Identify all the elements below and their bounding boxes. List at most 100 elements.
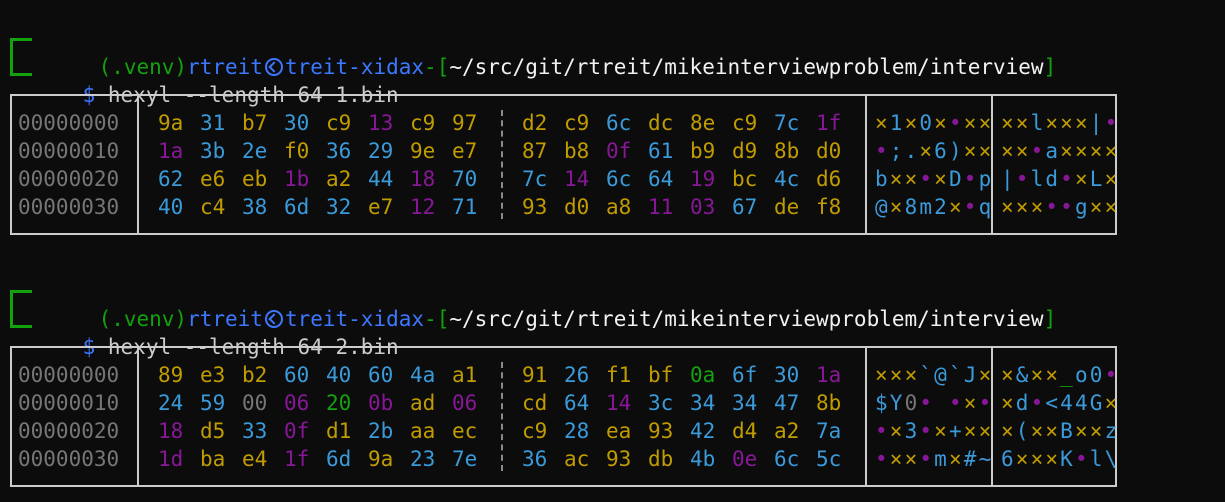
ascii-char: × xyxy=(1015,195,1029,219)
ascii-char: @ xyxy=(934,363,947,387)
hex-byte: 40 xyxy=(158,195,184,219)
ascii-char: × xyxy=(904,447,918,471)
ascii-char: • xyxy=(1074,447,1088,471)
ascii-char: × xyxy=(1030,195,1044,219)
ascii-char: × xyxy=(1060,111,1073,135)
hex-byte: c9 xyxy=(732,111,758,135)
prompt-line: (.venv)rtreit treit-xidax-[~/src/git/rtre… xyxy=(48,277,1057,331)
hexdump-table: 00000000 9a 31 b7 30 c9 13 c9 97 d2 c9 6c dc 8e c9 7c 1f… xyxy=(10,94,1117,235)
ascii-char: d xyxy=(1015,391,1029,415)
ascii-char: l xyxy=(1030,111,1044,135)
hex-byte: e6 xyxy=(200,167,226,191)
hex-byte: 47 xyxy=(774,391,800,415)
prompt-corner-bottom xyxy=(10,62,32,76)
offset-cell: 00000010 xyxy=(18,139,120,163)
ascii-char: 4 xyxy=(1060,391,1073,415)
hex-byte: 9a xyxy=(158,111,184,135)
hex-byte: e4 xyxy=(242,447,268,471)
ascii-char: × xyxy=(1000,363,1014,387)
hex-byte: 24 xyxy=(158,391,184,415)
hex-byte: c9 xyxy=(522,419,548,443)
ascii-char: o xyxy=(1074,363,1088,387)
ascii-char: • xyxy=(1104,111,1118,135)
ascii-char: × xyxy=(1104,139,1118,163)
hex-byte: 1b xyxy=(284,167,310,191)
hex-byte: 59 xyxy=(200,391,226,415)
ascii-char: m xyxy=(919,195,933,219)
ascii-char: | xyxy=(1089,111,1103,135)
hex-byte: e7 xyxy=(368,195,394,219)
ascii-char: | xyxy=(1000,167,1014,191)
ascii-char: × xyxy=(874,363,888,387)
hex-byte: 93 xyxy=(648,419,674,443)
ascii-char: • xyxy=(874,139,888,163)
hex-byte: 1d xyxy=(158,447,184,471)
ascii-char: Y xyxy=(889,391,903,415)
hex-byte: d4 xyxy=(732,419,758,443)
hex-byte: 36 xyxy=(326,139,352,163)
hexdump-row: 00000000 89 e3 b2 60 40 60 4a a1 91 26 f1 bf 0a 6f 30 1a… xyxy=(12,361,1117,389)
hex-byte: 42 xyxy=(690,419,716,443)
ascii-char: × xyxy=(978,111,992,135)
hex-byte: 64 xyxy=(648,167,674,191)
hex-byte: 0f xyxy=(606,139,632,163)
hex-byte: a2 xyxy=(774,419,800,443)
ascii-char: × xyxy=(1000,195,1014,219)
ascii-char: × xyxy=(1060,139,1073,163)
ascii-char: m xyxy=(934,447,947,471)
ascii-char xyxy=(933,389,948,417)
ascii-char: × xyxy=(889,195,903,219)
ascii-char: 6 xyxy=(1000,447,1014,471)
hex-byte: 1a xyxy=(158,139,184,163)
ascii-char: • xyxy=(1060,195,1073,219)
hex-byte: 23 xyxy=(410,447,436,471)
ascii-char: • xyxy=(919,167,933,191)
hex-byte: 0b xyxy=(368,391,394,415)
hex-byte: 33 xyxy=(242,419,268,443)
ascii-char: 0 xyxy=(1089,363,1103,387)
ascii-char: 0 xyxy=(904,391,918,415)
ascii-char: B xyxy=(1060,419,1073,443)
prompt-corner-bottom xyxy=(10,314,32,328)
ascii-char: • xyxy=(1030,139,1044,163)
hexdump-table: 00000000 89 e3 b2 60 40 60 4a a1 91 26 f1 bf 0a 6f 30 1a… xyxy=(10,346,1117,487)
ascii-char: × xyxy=(978,139,992,163)
ascii-char: × xyxy=(963,111,977,135)
command-line: $ hexyl --length 64 2.bin xyxy=(32,305,399,359)
ascii-char: J xyxy=(963,363,977,387)
ascii-char: × xyxy=(1015,111,1029,135)
hex-byte: 4a xyxy=(410,363,436,387)
ascii-char: × xyxy=(1030,419,1044,443)
hex-byte: 93 xyxy=(606,447,632,471)
hex-byte: 67 xyxy=(732,195,758,219)
offset-cell: 00000000 xyxy=(18,363,120,387)
ascii-char: × xyxy=(1089,139,1103,163)
ascii-char: b xyxy=(874,167,888,191)
hex-byte: 14 xyxy=(606,391,632,415)
ascii-char: $ xyxy=(874,391,888,415)
hex-byte: 4b xyxy=(690,447,716,471)
prompt-dash: - xyxy=(424,55,437,79)
hex-byte: c9 xyxy=(326,111,352,135)
prompt-line: (.venv)rtreit treit-xidax-[~/src/git/rtre… xyxy=(48,25,1057,79)
ascii-char: < xyxy=(1045,391,1059,415)
hex-byte: 6c xyxy=(606,167,632,191)
hex-byte: b7 xyxy=(242,111,268,135)
ascii-char: × xyxy=(978,363,992,387)
ascii-char: × xyxy=(1030,447,1044,471)
hex-byte: 6f xyxy=(732,363,758,387)
ascii-char: • xyxy=(919,419,933,443)
path-close-bracket: ] xyxy=(1043,307,1057,331)
hex-byte: 3b xyxy=(200,139,226,163)
hex-byte: cd xyxy=(522,391,548,415)
hex-byte: de xyxy=(774,195,800,219)
ascii-char: × xyxy=(1030,363,1044,387)
offset-cell: 00000030 xyxy=(18,447,120,471)
ascii-char: 1 xyxy=(889,111,903,135)
hex-byte: 89 xyxy=(158,363,184,387)
ascii-char: × xyxy=(963,139,977,163)
ascii-char: × xyxy=(904,167,918,191)
hex-byte: 6c xyxy=(606,111,632,135)
hex-byte: 38 xyxy=(242,195,268,219)
hex-byte: a2 xyxy=(326,167,352,191)
